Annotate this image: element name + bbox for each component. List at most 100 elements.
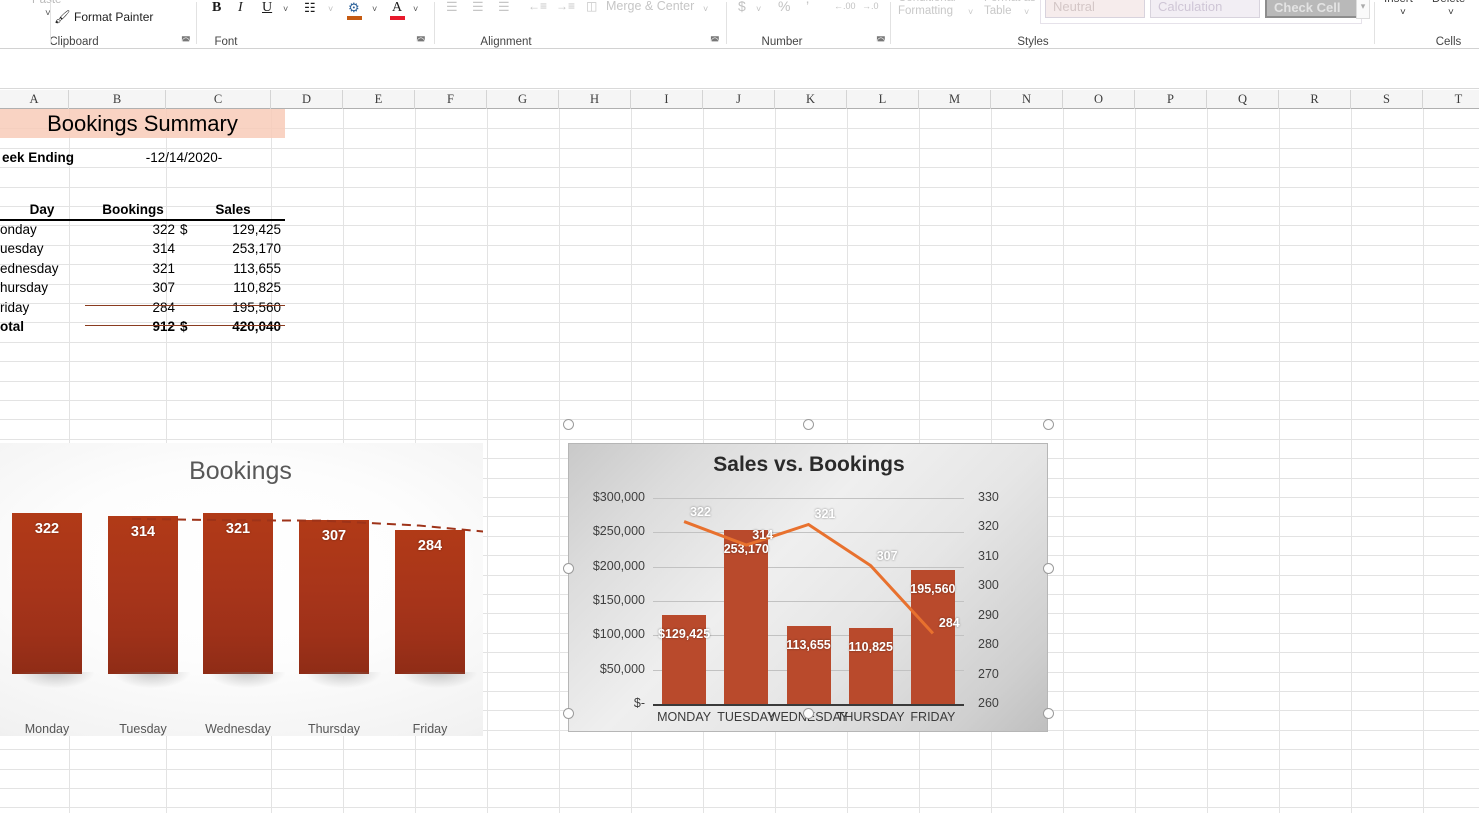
selection-handle-0[interactable]: [563, 419, 574, 430]
selection-handle-5[interactable]: [563, 708, 574, 719]
sales-vs-bookings-chart[interactable]: Sales vs. Bookings $-$50,000$100,000$150…: [568, 443, 1048, 732]
cell-bookings-1[interactable]: 314: [85, 239, 175, 258]
column-header-L[interactable]: L: [847, 90, 919, 109]
underline-button[interactable]: U: [262, 0, 272, 16]
selection-handle-7[interactable]: [1043, 708, 1054, 719]
cell-day-4[interactable]: riday: [0, 298, 84, 317]
cell-bookings-4[interactable]: 284: [85, 298, 175, 317]
cell-sales-0[interactable]: 129,425: [183, 220, 281, 239]
column-header-K[interactable]: K: [775, 90, 847, 109]
week-ending-value[interactable]: -12/14/2020-: [85, 148, 283, 167]
style-cell-check-cell[interactable]: Check Cell: [1265, 0, 1360, 18]
cell-day-2[interactable]: ednesday: [0, 259, 84, 278]
cell-bookings-2[interactable]: 321: [85, 259, 175, 278]
decrease-decimal-icon[interactable]: ←.00: [834, 1, 856, 11]
increase-indent-icon[interactable]: →≡: [556, 0, 575, 13]
bold-button[interactable]: B: [212, 0, 221, 16]
column-header-G[interactable]: G: [487, 90, 559, 109]
borders-chevron-down-icon[interactable]: ˅: [328, 4, 333, 14]
bookings-bar-tuesday[interactable]: 314: [108, 516, 178, 674]
column-header-D[interactable]: D: [271, 90, 343, 109]
column-header-I[interactable]: I: [631, 90, 703, 109]
table-header-day[interactable]: Day: [0, 200, 84, 219]
cell-sales-1[interactable]: 253,170: [183, 239, 281, 258]
font-color-swatch[interactable]: [390, 16, 405, 20]
gallery-more-icon[interactable]: ▾: [1356, 0, 1370, 19]
style-cell-calculation[interactable]: Calculation: [1150, 0, 1260, 18]
selection-handle-4[interactable]: [1043, 563, 1054, 574]
percent-format-button[interactable]: %: [778, 0, 790, 14]
column-header-T[interactable]: T: [1423, 90, 1479, 109]
column-header-Q[interactable]: Q: [1207, 90, 1279, 109]
column-header-E[interactable]: E: [343, 90, 415, 109]
table-header-sales[interactable]: Sales: [183, 200, 283, 219]
cell-sales-4[interactable]: 195,560: [183, 298, 281, 317]
cell-day-5[interactable]: otal: [0, 317, 84, 336]
merge-chevron-down-icon[interactable]: ˅: [703, 4, 708, 14]
column-header-O[interactable]: O: [1063, 90, 1135, 109]
selection-handle-2[interactable]: [1043, 419, 1054, 430]
selection-handle-6[interactable]: [803, 708, 814, 719]
bookings-summary-title[interactable]: Bookings Summary: [0, 109, 285, 138]
merge-cells-icon[interactable]: ◫: [586, 0, 597, 13]
style-cell-neutral[interactable]: Neutral: [1045, 0, 1145, 18]
table-header-bookings[interactable]: Bookings: [85, 200, 181, 219]
align-top-icon[interactable]: ☰: [446, 0, 458, 15]
italic-button[interactable]: I: [238, 0, 243, 16]
cell-bookings-0[interactable]: 322: [85, 220, 175, 239]
format-painter-button[interactable]: 🖌 Format Painter: [74, 10, 153, 24]
borders-icon[interactable]: ☷: [304, 0, 316, 16]
font-color-chevron-down-icon[interactable]: ˅: [413, 4, 418, 14]
comma-style-icon[interactable]: ’: [806, 0, 809, 14]
insert-chevron-down-icon[interactable]: ˅: [1400, 7, 1406, 18]
merge-and-center-label[interactable]: Merge & Center: [606, 0, 694, 13]
sales-bar-tuesday[interactable]: [724, 530, 768, 704]
bookings-chart[interactable]: Bookings 322Monday314Tuesday321Wednesday…: [0, 443, 483, 736]
column-header-R[interactable]: R: [1279, 90, 1351, 109]
align-bottom-icon[interactable]: ☰: [498, 0, 510, 15]
cell-day-0[interactable]: onday: [0, 220, 84, 239]
column-header-M[interactable]: M: [919, 90, 991, 109]
selection-handle-1[interactable]: [803, 419, 814, 430]
column-header-C[interactable]: C: [166, 90, 271, 109]
cell-sales-2[interactable]: 113,655: [183, 259, 281, 278]
cell-day-3[interactable]: hursday: [0, 278, 84, 297]
cell-sales-3[interactable]: 110,825: [183, 278, 281, 297]
cell-sales-5[interactable]: 420,040: [183, 317, 281, 336]
fill-color-swatch[interactable]: [347, 16, 362, 20]
currency-format-button[interactable]: $: [738, 0, 746, 14]
decrease-indent-icon[interactable]: ←≡: [528, 0, 547, 13]
cell-day-1[interactable]: uesday: [0, 239, 84, 258]
fill-chevron-down-icon[interactable]: ˅: [372, 4, 377, 14]
cell-bookings-3[interactable]: 307: [85, 278, 175, 297]
currency-chevron-down-icon[interactable]: ˅: [756, 4, 761, 14]
bookings-bar-friday[interactable]: 284: [395, 530, 465, 674]
column-header-N[interactable]: N: [991, 90, 1063, 109]
fill-color-icon[interactable]: ⚙: [348, 0, 360, 16]
selection-handle-3[interactable]: [563, 563, 574, 574]
format-as-table-line2[interactable]: Table: [984, 5, 1012, 18]
bookings-bar-monday[interactable]: 322: [12, 513, 82, 674]
increase-decimal-icon[interactable]: →.0: [862, 1, 879, 11]
delete-button-label[interactable]: Delete: [1432, 0, 1465, 6]
bookings-bar-thursday[interactable]: 307: [299, 520, 369, 674]
format-as-table-chevron-down-icon[interactable]: ˅: [1024, 7, 1029, 17]
align-middle-icon[interactable]: ☰: [472, 0, 484, 15]
column-header-A[interactable]: A: [0, 90, 69, 109]
paste-button-label[interactable]: Paste: [32, 0, 61, 6]
column-header-S[interactable]: S: [1351, 90, 1423, 109]
column-header-F[interactable]: F: [415, 90, 487, 109]
conditional-formatting-chevron-down-icon[interactable]: ˅: [968, 7, 973, 17]
column-header-J[interactable]: J: [703, 90, 775, 109]
bookings-bar-wednesday[interactable]: 321: [203, 513, 273, 674]
week-ending-label[interactable]: eek Ending: [2, 148, 82, 167]
column-header-B[interactable]: B: [69, 90, 166, 109]
column-header-P[interactable]: P: [1135, 90, 1207, 109]
font-color-icon[interactable]: A: [392, 0, 402, 16]
conditional-formatting-line2[interactable]: Formatting: [898, 5, 953, 18]
column-header-H[interactable]: H: [559, 90, 631, 109]
underline-chevron-down-icon[interactable]: ˅: [283, 4, 288, 14]
delete-chevron-down-icon[interactable]: ˅: [1448, 7, 1454, 18]
insert-button-label[interactable]: Insert: [1384, 0, 1413, 6]
cell-bookings-5[interactable]: 912: [85, 317, 175, 336]
